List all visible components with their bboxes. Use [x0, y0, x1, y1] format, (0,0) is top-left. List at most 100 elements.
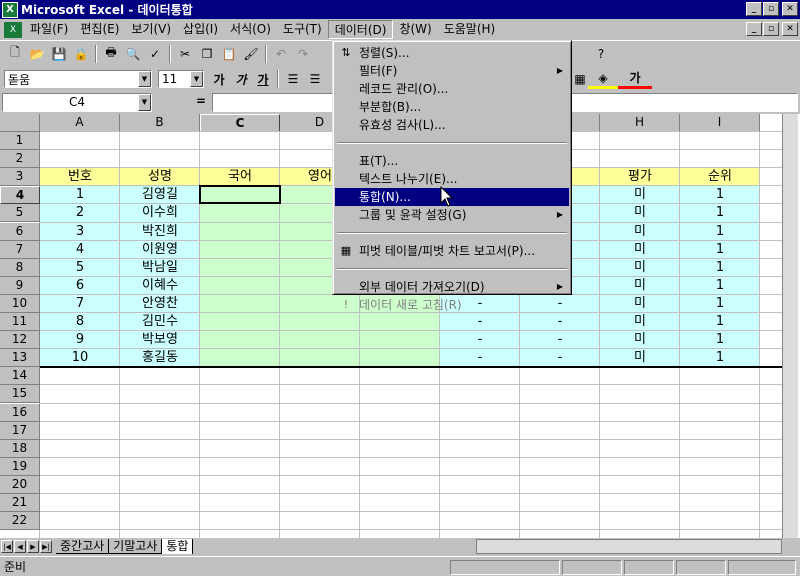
- cell-rank[interactable]: 1: [680, 241, 760, 259]
- row-header-5[interactable]: 5: [0, 204, 40, 223]
- cell-no[interactable]: 2: [40, 204, 120, 222]
- cell-f[interactable]: -: [440, 331, 520, 349]
- cell-eval[interactable]: 미: [600, 277, 680, 295]
- italic-button[interactable]: 가: [230, 69, 252, 89]
- cell-g[interactable]: -: [520, 349, 600, 367]
- row-header-6[interactable]: 6: [0, 222, 40, 241]
- row-header-11[interactable]: 11: [0, 313, 40, 331]
- menu-file[interactable]: 파일(F): [24, 20, 74, 39]
- row-header-13[interactable]: 13: [0, 349, 40, 368]
- align-left-icon[interactable]: ☰: [282, 69, 304, 89]
- font-select[interactable]: 돋움 ▼: [4, 70, 152, 88]
- copy-icon[interactable]: ❐: [196, 43, 218, 65]
- data-menu-item[interactable]: 유효성 검사(L)...: [335, 116, 569, 134]
- fill-color-icon[interactable]: ◈: [588, 69, 618, 89]
- cell-eval[interactable]: 미: [600, 295, 680, 313]
- cell-name[interactable]: 박보영: [120, 331, 200, 349]
- row-header-15[interactable]: 15: [0, 385, 40, 404]
- doc-restore-button[interactable]: ▫: [763, 22, 779, 36]
- header-cell-rank[interactable]: 순위: [680, 168, 760, 186]
- cell-rank[interactable]: 1: [680, 259, 760, 277]
- column-header-c[interactable]: C: [200, 114, 280, 132]
- redo-icon[interactable]: ↷: [292, 43, 314, 65]
- borders-icon[interactable]: ▦: [572, 69, 588, 89]
- data-menu-item[interactable]: 부분합(B)...: [335, 98, 569, 116]
- column-header-h[interactable]: H: [600, 114, 680, 132]
- data-menu-item[interactable]: ! 데이터 새로 고침(R): [335, 296, 569, 314]
- save-icon[interactable]: 💾: [48, 43, 70, 65]
- chevron-down-icon[interactable]: ▼: [138, 94, 151, 111]
- header-cell-no[interactable]: 번호: [40, 168, 120, 186]
- cell-name[interactable]: 이수희: [120, 204, 200, 222]
- row-header-8[interactable]: 8: [0, 258, 40, 277]
- cut-icon[interactable]: ✂: [174, 43, 196, 65]
- menu-edit[interactable]: 편집(E): [74, 20, 125, 39]
- cell-name[interactable]: 김영길: [120, 186, 200, 204]
- close-button[interactable]: ✕: [782, 2, 798, 16]
- header-cell-eval[interactable]: 평가: [600, 168, 680, 186]
- cell-rank[interactable]: 1: [680, 295, 760, 313]
- cell-no[interactable]: 4: [40, 241, 120, 259]
- cell-name[interactable]: 이원영: [120, 241, 200, 259]
- doc-minimize-button[interactable]: _: [746, 22, 762, 36]
- data-menu-item[interactable]: 외부 데이터 가져오기(D) ▶: [335, 278, 569, 296]
- spelling-icon[interactable]: ✓: [144, 43, 166, 65]
- menu-help[interactable]: 도움말(H): [438, 20, 502, 39]
- row-header-20[interactable]: 20: [0, 475, 40, 494]
- column-header-b[interactable]: B: [120, 114, 200, 132]
- menu-data[interactable]: 데이터(D): [327, 20, 394, 39]
- column-header-a[interactable]: A: [40, 114, 120, 132]
- minimize-button[interactable]: _: [746, 2, 762, 16]
- menu-window[interactable]: 창(W): [393, 20, 437, 39]
- cell-rank[interactable]: 1: [680, 223, 760, 241]
- cell-rank[interactable]: 1: [680, 313, 760, 331]
- cell-rank[interactable]: 1: [680, 331, 760, 349]
- data-menu-item[interactable]: 필터(F) ▶: [335, 62, 569, 80]
- header-cell-name[interactable]: 성명: [120, 168, 200, 186]
- menu-view[interactable]: 보기(V): [125, 20, 177, 39]
- row-header-19[interactable]: 19: [0, 457, 40, 476]
- font-size-select[interactable]: 11 ▼: [158, 70, 204, 88]
- next-sheet-icon[interactable]: ▶: [27, 540, 39, 553]
- cell-no[interactable]: 1: [40, 186, 120, 204]
- bold-button[interactable]: 가: [208, 69, 230, 89]
- last-sheet-icon[interactable]: ▶|: [40, 540, 52, 553]
- print-icon[interactable]: 🖶: [100, 43, 122, 65]
- row-header-12[interactable]: 12: [0, 331, 40, 350]
- cell-rank[interactable]: 1: [680, 349, 760, 367]
- excel-icon[interactable]: X: [2, 1, 18, 18]
- cell-eval[interactable]: 미: [600, 313, 680, 331]
- cell-f[interactable]: -: [440, 313, 520, 331]
- menu-tools[interactable]: 도구(T): [277, 20, 328, 39]
- column-header-i[interactable]: I: [680, 114, 760, 132]
- row-header-9[interactable]: 9: [0, 276, 40, 295]
- cell-rank[interactable]: 1: [680, 186, 760, 204]
- cell-rank[interactable]: 1: [680, 204, 760, 222]
- select-all-corner[interactable]: [0, 114, 40, 132]
- cell-name[interactable]: 이혜수: [120, 277, 200, 295]
- cell-name[interactable]: 김민수: [120, 313, 200, 331]
- cell-eval[interactable]: 미: [600, 241, 680, 259]
- align-center-icon[interactable]: ☰: [304, 69, 326, 89]
- menu-insert[interactable]: 삽입(I): [177, 20, 224, 39]
- row-header-10[interactable]: 10: [0, 294, 40, 313]
- first-sheet-icon[interactable]: |◀: [1, 540, 13, 553]
- print-preview-icon[interactable]: 🔍: [122, 43, 144, 65]
- menu-format[interactable]: 서식(O): [224, 20, 277, 39]
- font-color-icon[interactable]: 가: [618, 69, 652, 89]
- data-menu-item[interactable]: 레코드 관리(O)...: [335, 80, 569, 98]
- row-header-2[interactable]: 2: [0, 150, 40, 169]
- row-header-1[interactable]: 1: [0, 132, 40, 150]
- cell-name[interactable]: 안영찬: [120, 295, 200, 313]
- sheet-tab-final[interactable]: 기말고사: [109, 538, 163, 554]
- doc-close-button[interactable]: ✕: [782, 22, 798, 36]
- row-header-16[interactable]: 16: [0, 403, 40, 422]
- permission-icon[interactable]: 🔒: [70, 43, 92, 65]
- cell-no[interactable]: 9: [40, 331, 120, 349]
- name-box[interactable]: C4 ▼: [2, 93, 152, 112]
- new-icon[interactable]: 🗋: [4, 43, 26, 65]
- header-cell-korean[interactable]: 국어: [200, 168, 280, 186]
- cell-name[interactable]: 홍길동: [120, 349, 200, 367]
- prev-sheet-icon[interactable]: ◀: [14, 540, 26, 553]
- row-header-7[interactable]: 7: [0, 240, 40, 259]
